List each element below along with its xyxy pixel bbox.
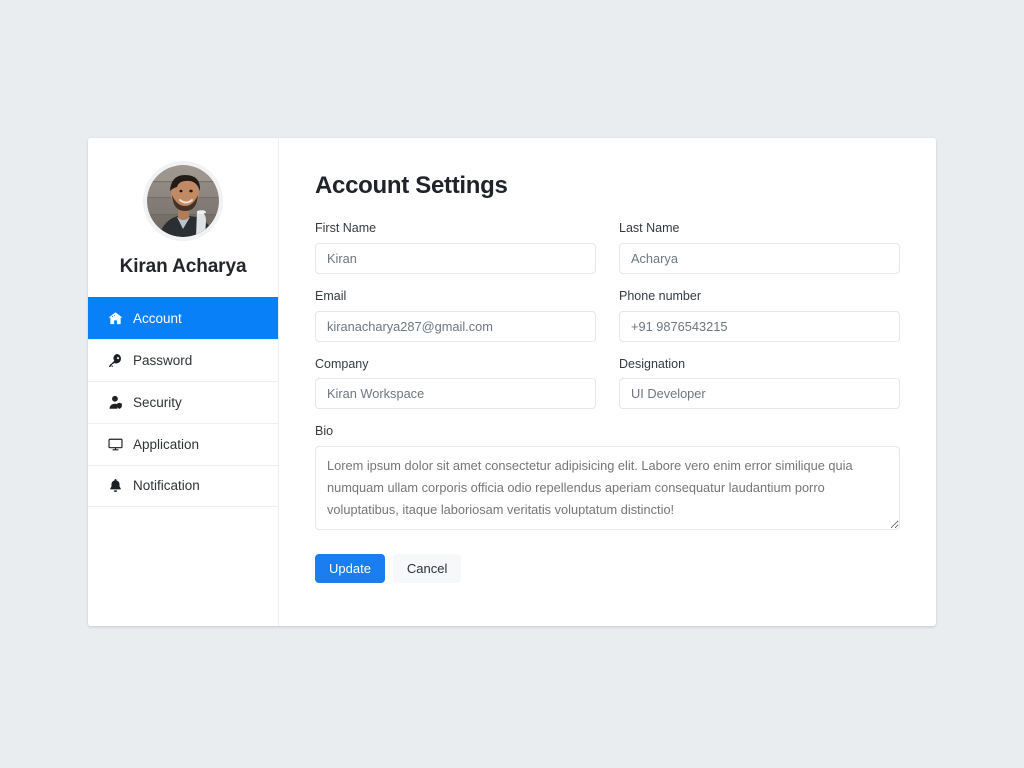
bell-icon xyxy=(108,478,123,493)
last-name-group: Last Name xyxy=(619,221,900,274)
user-shield-icon xyxy=(108,395,123,410)
first-name-group: First Name xyxy=(315,221,596,274)
sidebar-item-label: Password xyxy=(133,352,193,368)
profile-block: Kiran Acharya xyxy=(88,138,278,297)
company-group: Company xyxy=(315,356,596,410)
sidebar-item-application[interactable]: Application xyxy=(88,422,278,465)
sidebar-item-label: Security xyxy=(133,394,182,410)
designation-label: Designation xyxy=(619,356,686,371)
bio-row: Bio xyxy=(315,424,900,535)
bio-textarea[interactable] xyxy=(315,446,900,530)
app-root: Kiran Acharya Account Password Security … xyxy=(0,0,1024,768)
sidebar: Kiran Acharya Account Password Security … xyxy=(88,138,279,626)
phone-label: Phone number xyxy=(619,288,702,303)
company-input[interactable] xyxy=(315,378,596,410)
phone-input[interactable] xyxy=(619,310,900,342)
avatar-ring xyxy=(144,162,222,240)
sidebar-nav: Account Password Security Application No… xyxy=(88,296,278,507)
first-name-input[interactable] xyxy=(315,242,596,274)
page-title: Account Settings xyxy=(315,172,508,199)
last-name-input[interactable] xyxy=(619,242,900,274)
update-button[interactable]: Update xyxy=(315,554,385,583)
account-settings-form: Account Settings First Name Last Name Em… xyxy=(279,138,936,626)
key-icon xyxy=(108,353,123,368)
sidebar-item-notification[interactable]: Notification xyxy=(88,464,278,507)
home-icon xyxy=(108,311,123,326)
sidebar-item-label: Notification xyxy=(133,478,200,494)
contact-row: Email Phone number xyxy=(315,288,900,342)
last-name-label: Last Name xyxy=(619,221,680,235)
cancel-button[interactable]: Cancel xyxy=(392,554,462,583)
sidebar-item-password[interactable]: Password xyxy=(88,338,278,381)
first-name-label: First Name xyxy=(315,221,377,235)
sidebar-item-label: Application xyxy=(133,436,200,452)
designation-group: Designation xyxy=(619,356,900,410)
email-input[interactable] xyxy=(315,310,596,342)
name-row: First Name Last Name xyxy=(315,221,900,274)
phone-group: Phone number xyxy=(619,288,900,342)
desktop-icon xyxy=(108,437,123,452)
company-label: Company xyxy=(315,356,369,371)
email-group: Email xyxy=(315,288,596,342)
work-row: Company Designation xyxy=(315,356,900,410)
sidebar-item-account[interactable]: Account xyxy=(88,296,278,339)
avatar xyxy=(147,165,219,237)
profile-name: Kiran Acharya xyxy=(119,256,247,277)
bio-group: Bio xyxy=(315,424,900,535)
sidebar-item-label: Account xyxy=(133,310,182,326)
form-actions: Update Cancel xyxy=(315,554,900,583)
bio-label: Bio xyxy=(315,424,334,439)
designation-input[interactable] xyxy=(619,378,900,410)
email-label: Email xyxy=(315,288,347,303)
account-settings-card: Kiran Acharya Account Password Security … xyxy=(88,138,936,626)
sidebar-item-security[interactable]: Security xyxy=(88,380,278,423)
